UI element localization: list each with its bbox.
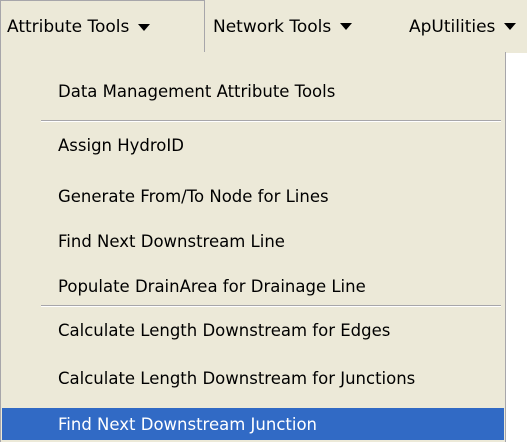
menu-item-calc-length-junctions[interactable]: Calculate Length Downstream for Junction… bbox=[2, 362, 504, 394]
menu-item-label: Generate From/To Node for Lines bbox=[58, 186, 329, 206]
chevron-down-icon bbox=[340, 23, 353, 30]
chevron-down-icon bbox=[504, 23, 517, 30]
menu-item-label: Data Management Attribute Tools bbox=[58, 81, 336, 101]
menu-separator bbox=[41, 120, 501, 122]
menu-item-data-management-attribute-tools[interactable]: Data Management Attribute Tools bbox=[2, 75, 504, 107]
menu-network-tools[interactable]: Network Tools bbox=[205, 0, 401, 53]
menu-item-label: Populate DrainArea for Drainage Line bbox=[58, 276, 366, 296]
menu-item-find-next-downstream-line[interactable]: Find Next Downstream Line bbox=[2, 225, 504, 257]
menu-item-label: Find Next Downstream Junction bbox=[58, 414, 318, 434]
menu-item-calc-length-edges[interactable]: Calculate Length Downstream for Edges bbox=[2, 314, 504, 346]
menu-aputilities-label: ApUtilities bbox=[409, 16, 496, 37]
menu-attribute-tools-label: Attribute Tools bbox=[7, 17, 130, 37]
chevron-down-icon bbox=[138, 23, 151, 31]
menu-item-assign-hydroid[interactable]: Assign HydroID bbox=[2, 129, 504, 161]
menu-item-label: Find Next Downstream Line bbox=[58, 231, 285, 251]
menu-aputilities[interactable]: ApUtilities bbox=[401, 0, 527, 53]
menu-item-generate-from-to-node[interactable]: Generate From/To Node for Lines bbox=[2, 180, 504, 212]
menu-item-find-next-downstream-junction[interactable]: Find Next Downstream Junction bbox=[2, 408, 504, 440]
menu-bar: Attribute Tools Network Tools ApUtilitie… bbox=[0, 0, 527, 53]
menu-item-label: Assign HydroID bbox=[58, 135, 184, 155]
menu-separator bbox=[41, 305, 501, 307]
menu-attribute-tools[interactable]: Attribute Tools bbox=[0, 0, 205, 53]
menu-network-tools-label: Network Tools bbox=[213, 16, 332, 37]
menu-item-label: Calculate Length Downstream for Junction… bbox=[58, 368, 416, 388]
attribute-tools-dropdown: Data Management Attribute Tools Assign H… bbox=[0, 52, 506, 442]
menu-item-label: Calculate Length Downstream for Edges bbox=[58, 320, 391, 340]
menu-item-populate-drainarea[interactable]: Populate DrainArea for Drainage Line bbox=[2, 270, 504, 302]
